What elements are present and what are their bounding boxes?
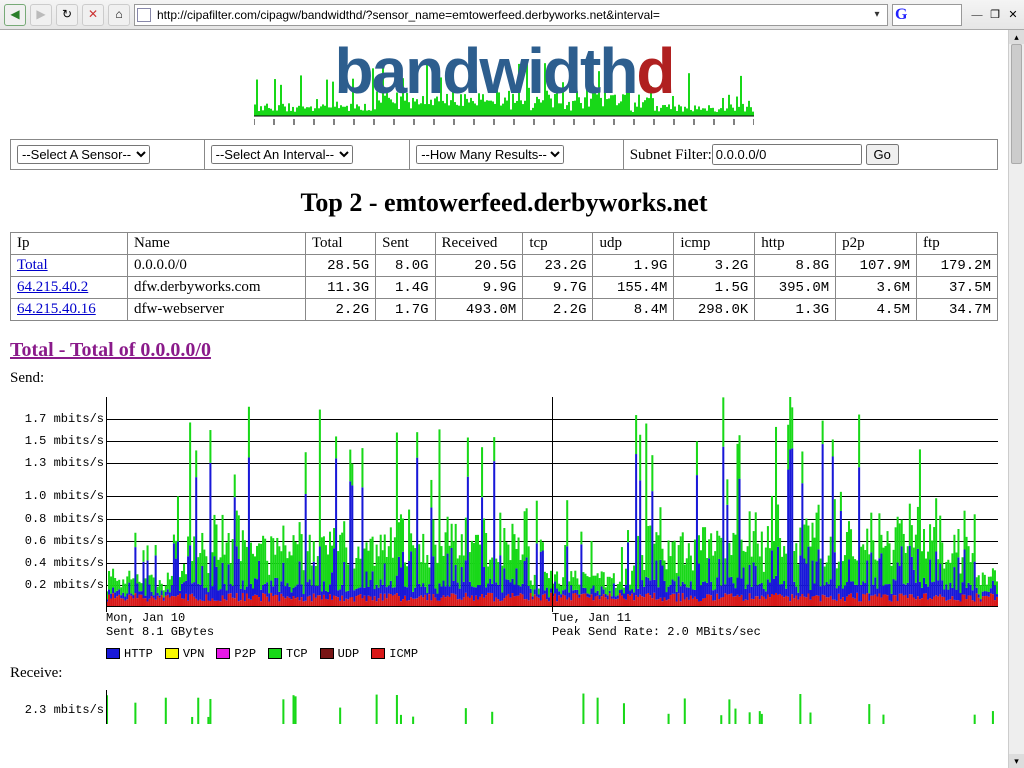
- scroll-down-icon[interactable]: ▾: [1009, 754, 1024, 768]
- subnet-filter-input[interactable]: [712, 144, 862, 165]
- col-udp: udp: [593, 233, 674, 255]
- table-row: 64.215.40.2dfw.derbyworks.com11.3G1.4G9.…: [11, 277, 998, 299]
- ip-link[interactable]: 64.215.40.16: [17, 301, 96, 317]
- table-row: Total0.0.0.0/028.5G8.0G20.5G23.2G1.9G3.2…: [11, 255, 998, 277]
- page-title: Top 2 - emtowerfeed.derbyworks.net: [0, 188, 1008, 218]
- ytick: 1.3 mbits/s: [10, 456, 104, 470]
- receive-ytick: 2.3 mbits/s: [10, 703, 104, 717]
- close-button[interactable]: ✕: [1006, 8, 1020, 22]
- col-ip: Ip: [11, 233, 128, 255]
- col-sent: Sent: [376, 233, 435, 255]
- graph-x-annotations: Mon, Jan 10 Tue, Jan 11 Sent 8.1 GBytes …: [106, 611, 998, 639]
- legend-item: P2P: [216, 647, 256, 661]
- back-button[interactable]: ◀: [4, 4, 26, 26]
- subnet-filter-label: Subnet Filter:: [630, 147, 712, 163]
- sensor-select[interactable]: --Select A Sensor--: [17, 145, 150, 164]
- stats-table: IpNameTotalSentReceivedtcpudpicmphttpp2p…: [10, 232, 998, 321]
- receive-graph: 2.3 mbits/s: [10, 684, 998, 724]
- legend-item: VPN: [165, 647, 205, 661]
- page-viewport: bandwidthd --Select A Sensor-- --Select …: [0, 30, 1008, 768]
- go-button[interactable]: Go: [866, 144, 899, 165]
- url-dropdown-icon[interactable]: ▾: [869, 9, 885, 20]
- scrollbar-thumb[interactable]: [1011, 44, 1022, 164]
- scroll-up-icon[interactable]: ▴: [1009, 30, 1024, 44]
- browser-toolbar: ◀ ▶ ↻ ✕ ⌂ ▾ G — ❐ ✕: [0, 0, 1024, 30]
- page-icon: [137, 8, 151, 22]
- forward-button[interactable]: ▶: [30, 4, 52, 26]
- ytick: 1.0 mbits/s: [10, 489, 104, 503]
- legend-item: TCP: [268, 647, 308, 661]
- legend-item: ICMP: [371, 647, 418, 661]
- stop-button[interactable]: ✕: [82, 4, 104, 26]
- ip-link[interactable]: Total: [17, 257, 48, 273]
- graph-legend: HTTP VPN P2P TCP UDP ICMP: [106, 647, 418, 661]
- filter-bar: --Select A Sensor-- --Select An Interval…: [10, 139, 998, 170]
- restore-button[interactable]: ❐: [988, 8, 1002, 22]
- vertical-scrollbar[interactable]: ▴ ▾: [1008, 30, 1024, 768]
- graph-axis-left: [106, 397, 107, 612]
- url-bar[interactable]: ▾: [134, 4, 888, 26]
- ytick: 0.8 mbits/s: [10, 512, 104, 526]
- col-name: Name: [128, 233, 306, 255]
- logo-ticks: [254, 116, 754, 126]
- ytick: 0.4 mbits/s: [10, 556, 104, 570]
- legend-item: UDP: [320, 647, 360, 661]
- results-select[interactable]: --How Many Results--: [416, 145, 564, 164]
- col-total: Total: [305, 233, 375, 255]
- receive-label: Receive:: [10, 665, 998, 682]
- col-received: Received: [435, 233, 523, 255]
- send-graph: 1.7 mbits/s 1.5 mbits/s 1.3 mbits/s 1.0 mbi…: [10, 389, 998, 659]
- send-label: Send:: [10, 370, 998, 387]
- url-input[interactable]: [155, 7, 869, 23]
- graph-day-divider: [552, 397, 553, 612]
- logo-text: bandwidthd: [254, 34, 754, 108]
- table-row: 64.215.40.16dfw-webserver2.2G1.7G493.0M2…: [11, 299, 998, 321]
- graph-axis-left: [106, 690, 107, 724]
- interval-select[interactable]: --Select An Interval--: [211, 145, 353, 164]
- ytick: 0.6 mbits/s: [10, 534, 104, 548]
- detail-heading-link[interactable]: Total - Total of 0.0.0.0/0: [10, 339, 998, 362]
- ytick: 1.5 mbits/s: [10, 434, 104, 448]
- legend-item: HTTP: [106, 647, 153, 661]
- ip-link[interactable]: 64.215.40.2: [17, 279, 88, 295]
- ytick: 1.7 mbits/s: [10, 412, 104, 426]
- browser-search-box[interactable]: G: [892, 4, 962, 26]
- reload-button[interactable]: ↻: [56, 4, 78, 26]
- logo: bandwidthd: [0, 32, 1008, 133]
- minimize-button[interactable]: —: [970, 8, 984, 22]
- col-tcp: tcp: [523, 233, 593, 255]
- col-http: http: [755, 233, 836, 255]
- window-controls: — ❐ ✕: [970, 8, 1020, 22]
- col-p2p: p2p: [836, 233, 917, 255]
- home-button[interactable]: ⌂: [108, 4, 130, 26]
- google-icon: G: [895, 6, 907, 24]
- ytick: 0.2 mbits/s: [10, 578, 104, 592]
- col-icmp: icmp: [674, 233, 755, 255]
- col-ftp: ftp: [917, 233, 998, 255]
